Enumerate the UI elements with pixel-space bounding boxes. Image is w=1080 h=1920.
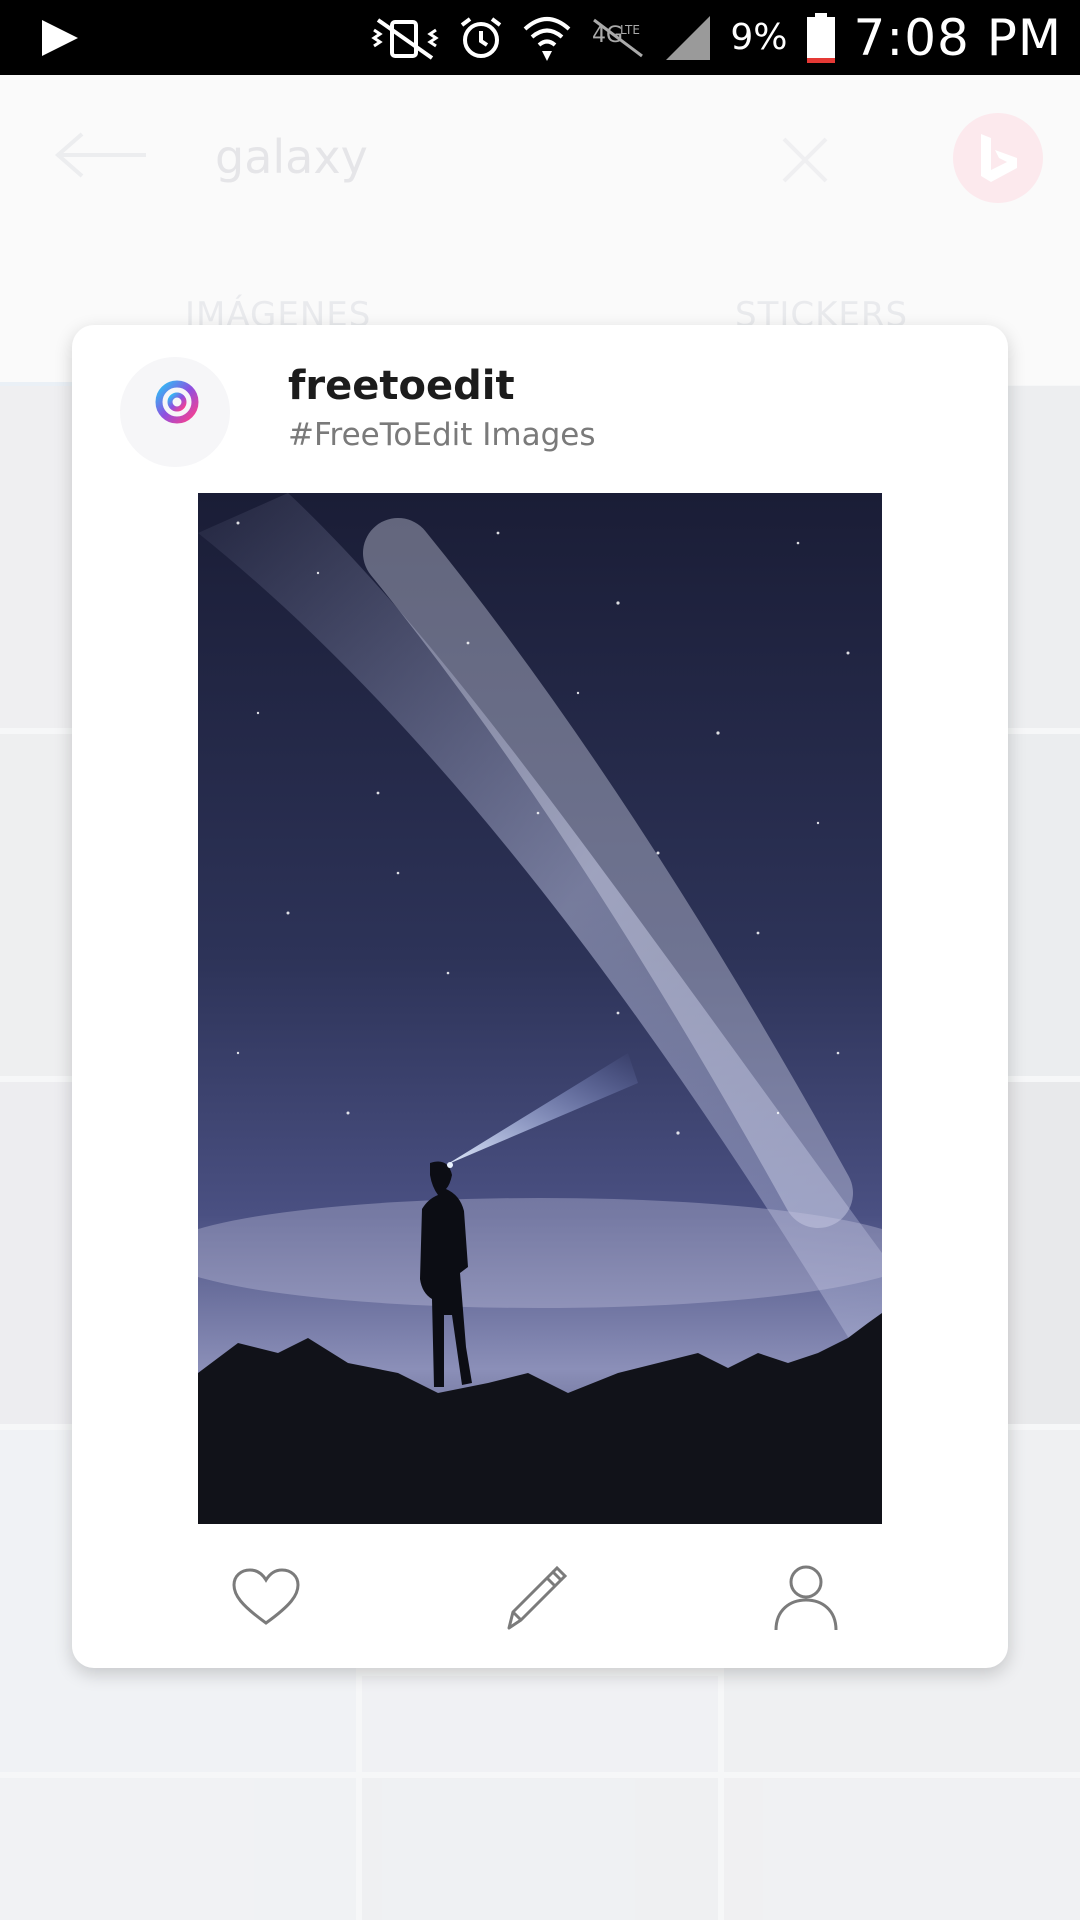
preview-image[interactable] — [198, 493, 882, 1524]
status-bar: 4G LTE 9% 7:08 PM — [0, 0, 1080, 75]
dialog-title: freetoedit — [288, 363, 515, 409]
svg-text:4G: 4G — [592, 23, 623, 48]
wifi-icon — [522, 13, 572, 63]
play-icon — [40, 18, 80, 62]
lte-icon: 4G LTE — [590, 16, 646, 60]
vibrate-mute-icon — [370, 16, 440, 60]
heart-icon[interactable] — [226, 1557, 306, 1637]
picsart-logo — [120, 357, 230, 467]
battery-percent: 9% — [730, 17, 788, 58]
pencil-icon[interactable] — [496, 1557, 576, 1637]
signal-icon — [664, 14, 712, 62]
dialog-actions — [72, 1557, 1008, 1637]
alarm-icon — [458, 15, 504, 61]
svg-text:LTE: LTE — [620, 23, 640, 37]
user-icon[interactable] — [766, 1557, 846, 1637]
battery-icon — [806, 12, 836, 64]
clock: 7:08 PM — [853, 8, 1062, 67]
image-preview-dialog: freetoedit #FreeToEdit Images — [72, 325, 1008, 1668]
dialog-subtitle: #FreeToEdit Images — [288, 417, 596, 453]
